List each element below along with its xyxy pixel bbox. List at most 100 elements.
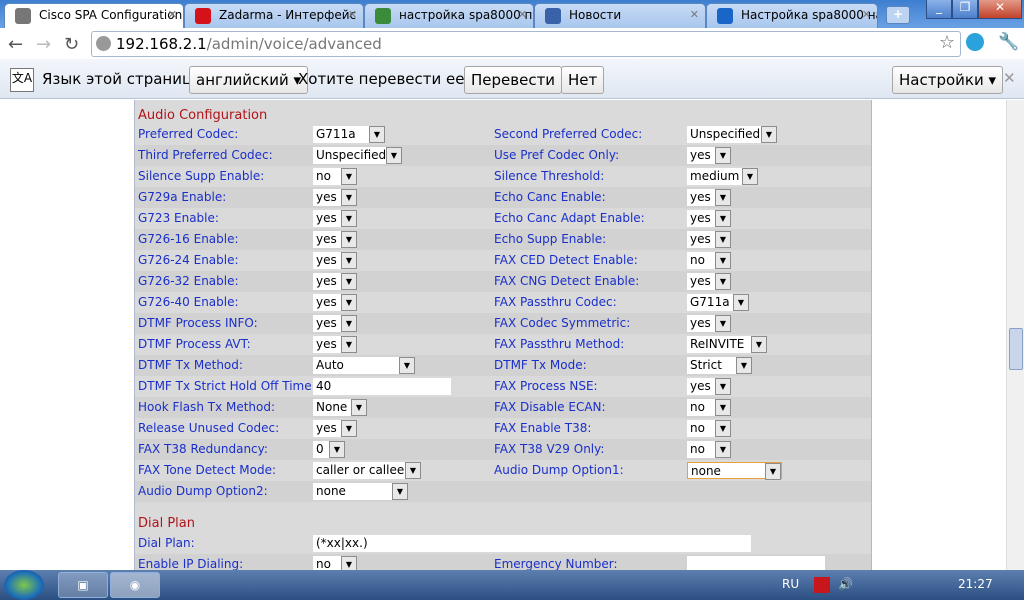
restore-button[interactable]: ❐ xyxy=(952,0,978,19)
field-label: G726-16 Enable: xyxy=(138,232,239,246)
select-dropdown[interactable]: yes ▼ xyxy=(687,315,731,332)
field-value: Strict xyxy=(690,358,722,372)
tray-app-icon[interactable] xyxy=(814,577,830,593)
scrollbar-thumb[interactable] xyxy=(1009,328,1023,370)
field-label: FAX CNG Detect Enable: xyxy=(494,274,640,288)
field-value: no xyxy=(690,442,705,456)
field-value: caller or callee xyxy=(316,463,405,477)
field-label: DTMF Tx Method: xyxy=(138,358,243,372)
new-tab-button[interactable]: + xyxy=(886,6,910,24)
close-window-button[interactable]: ✕ xyxy=(978,0,1022,19)
field-label: DTMF Process INFO: xyxy=(138,316,258,330)
taskbar: ▣ ◉ RU 🔊 21:27 xyxy=(0,570,1024,600)
reload-button[interactable]: ↻ xyxy=(64,34,79,55)
volume-icon[interactable]: 🔊 xyxy=(838,577,853,591)
wrench-icon[interactable]: 🔧 xyxy=(998,32,1019,52)
select-dropdown[interactable]: caller or callee ▼ xyxy=(313,462,421,479)
select-dropdown[interactable]: none ▼ xyxy=(687,462,782,480)
select-dropdown[interactable]: yes ▼ xyxy=(313,210,357,227)
text-input[interactable] xyxy=(687,556,825,570)
settings-button[interactable]: Настройки ▾ xyxy=(892,66,1004,94)
select-dropdown[interactable]: G711a ▼ xyxy=(687,294,749,311)
chevron-down-icon: ▼ xyxy=(715,315,731,332)
tab-4[interactable]: Настройка spa8000 на ✕ xyxy=(706,3,878,28)
tab-strip: Cisco SPA Configuration ✕ Zadarma - Интерф… xyxy=(0,0,1024,28)
select-dropdown[interactable]: Unspecified ▼ xyxy=(313,147,402,164)
field-value: Unspecified xyxy=(316,148,387,162)
close-tab-icon[interactable]: ✕ xyxy=(518,8,527,21)
select-dropdown[interactable]: yes ▼ xyxy=(687,273,731,290)
start-button[interactable] xyxy=(4,570,44,600)
select-dropdown[interactable]: yes ▼ xyxy=(313,231,357,248)
form-row: G726-16 Enable: yes ▼ Echo Supp Enable: yes ▼ xyxy=(135,229,871,250)
tab-1[interactable]: Zadarma - Интерфейс ✕ xyxy=(184,3,364,28)
back-button[interactable]: ← xyxy=(8,34,23,55)
select-dropdown[interactable]: yes ▼ xyxy=(313,336,357,353)
select-dropdown[interactable]: no ▼ xyxy=(313,168,357,185)
vertical-scrollbar[interactable] xyxy=(1006,100,1024,570)
minimize-button[interactable]: _ xyxy=(926,0,952,19)
field-label: G723 Enable: xyxy=(138,211,219,225)
page-content: Audio Configuration Dial Plan Preferred … xyxy=(0,100,1006,570)
form-row: FAX T38 Redundancy: 0 ▼ FAX T38 V29 Only: no… xyxy=(135,439,871,460)
language-indicator[interactable]: RU xyxy=(782,577,799,591)
select-dropdown[interactable]: no ▼ xyxy=(313,556,357,570)
field-value: G711a xyxy=(690,295,730,309)
forward-button[interactable]: → xyxy=(36,34,51,55)
select-dropdown[interactable]: no ▼ xyxy=(687,420,731,437)
url-host: 192.168.2.1 xyxy=(116,35,207,53)
translate-bar: 文A Язык этой страницы английский ▾ Хотит… xyxy=(0,59,1024,99)
select-dropdown[interactable]: no ▼ xyxy=(687,441,731,458)
address-bar[interactable]: 192.168.2.1/admin/voice/advanced ☆ xyxy=(91,31,961,57)
chevron-down-icon: ▼ xyxy=(715,273,731,290)
select-dropdown[interactable]: medium ▼ xyxy=(687,168,758,185)
select-dropdown[interactable]: no ▼ xyxy=(687,252,731,269)
field-value: yes xyxy=(690,190,711,204)
form-row: Audio Dump Option2: none ▼ xyxy=(135,481,871,502)
select-dropdown[interactable]: yes ▼ xyxy=(313,189,357,206)
select-dropdown[interactable]: none ▼ xyxy=(313,483,408,500)
select-dropdown[interactable]: Unspecified ▼ xyxy=(687,126,777,143)
field-value: Unspecified xyxy=(690,127,761,141)
text-input[interactable]: (*xx|xx.) xyxy=(313,535,751,552)
select-dropdown[interactable]: G711a ▼ xyxy=(313,126,385,143)
close-tab-icon[interactable]: ✕ xyxy=(862,8,871,21)
taskbar-explorer[interactable]: ▣ xyxy=(58,572,108,598)
tab-0[interactable]: Cisco SPA Configuration ✕ xyxy=(4,3,184,28)
tab-title: Настройка spa8000 на xyxy=(741,8,878,22)
select-dropdown[interactable]: None ▼ xyxy=(313,399,367,416)
select-dropdown[interactable]: no ▼ xyxy=(687,399,731,416)
select-dropdown[interactable]: 0 ▼ xyxy=(313,441,345,458)
select-dropdown[interactable]: ReINVITE ▼ xyxy=(687,336,767,353)
chevron-down-icon: ▼ xyxy=(369,126,385,143)
zadarma-icon xyxy=(195,8,211,24)
chevron-down-icon: ▼ xyxy=(341,420,357,437)
language-dropdown[interactable]: английский ▾ xyxy=(189,66,309,94)
close-tab-icon[interactable]: ✕ xyxy=(690,8,699,21)
google-icon xyxy=(375,8,391,24)
skype-extension-icon[interactable] xyxy=(966,33,984,51)
select-dropdown[interactable]: yes ▼ xyxy=(313,315,357,332)
select-dropdown[interactable]: yes ▼ xyxy=(687,189,731,206)
select-dropdown[interactable]: yes ▼ xyxy=(313,273,357,290)
tab-2[interactable]: настройка spa8000 под ✕ xyxy=(364,3,534,28)
close-translate-icon[interactable]: ✕ xyxy=(1003,69,1016,87)
select-dropdown[interactable]: yes ▼ xyxy=(687,231,731,248)
no-button[interactable]: Нет xyxy=(561,66,605,94)
translate-button[interactable]: Перевести xyxy=(464,66,563,94)
close-tab-icon[interactable]: ✕ xyxy=(168,8,177,21)
select-dropdown[interactable]: yes ▼ xyxy=(313,420,357,437)
select-dropdown[interactable]: yes ▼ xyxy=(313,294,357,311)
text-input[interactable]: 40 xyxy=(313,378,451,395)
tab-3[interactable]: Новости ✕ xyxy=(534,3,706,28)
select-dropdown[interactable]: yes ▼ xyxy=(687,147,731,164)
select-dropdown[interactable]: yes ▼ xyxy=(687,378,731,395)
taskbar-chrome[interactable]: ◉ xyxy=(110,572,160,598)
select-dropdown[interactable]: yes ▼ xyxy=(687,210,731,227)
bookmark-star-icon[interactable]: ☆ xyxy=(939,32,955,53)
clock[interactable]: 21:27 xyxy=(958,577,993,591)
select-dropdown[interactable]: yes ▼ xyxy=(313,252,357,269)
select-dropdown[interactable]: Strict ▼ xyxy=(687,357,752,374)
select-dropdown[interactable]: Auto ▼ xyxy=(313,357,415,374)
close-tab-icon[interactable]: ✕ xyxy=(348,8,357,21)
